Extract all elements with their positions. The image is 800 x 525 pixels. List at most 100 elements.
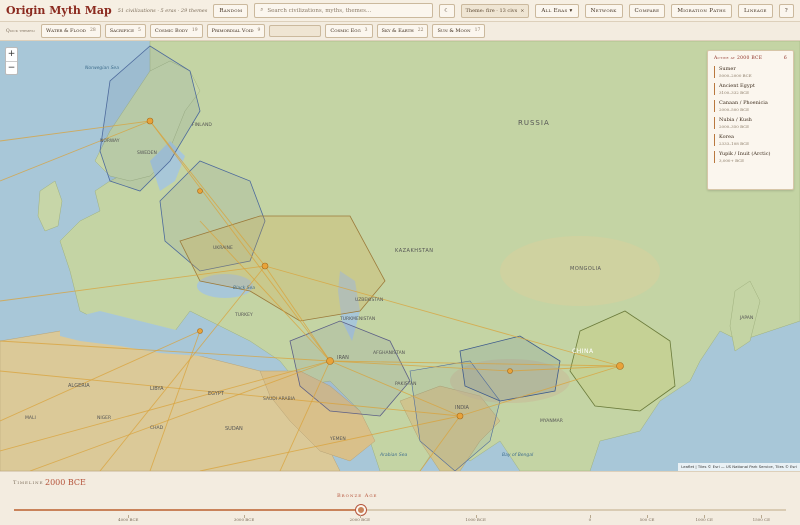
timeline-tick-label: 4000 BCE [118, 517, 139, 522]
zoom-in-button[interactable]: + [6, 48, 17, 61]
map-label-saudi: SAUDI ARABIA [263, 397, 296, 402]
active-civ-item[interactable]: Sumer 5000–2000 BCE [714, 66, 787, 78]
map-label-india: INDIA [455, 405, 469, 411]
map-label-pakistan: PAKISTAN [395, 382, 417, 387]
filter-chip-label: Theme: fire · 13 civs [465, 7, 518, 14]
map-label-ukraine: UKRAINE [213, 246, 233, 251]
map-label-russia: RUSSIA [518, 119, 550, 127]
timeline-tick-label: 3000 BCE [233, 517, 255, 522]
theme-primordial-void[interactable]: Primordial Void 9 [206, 24, 266, 38]
map-label-algeria: ALGERIA [68, 383, 90, 389]
timeline-slider-handle[interactable] [356, 505, 367, 515]
theme-cosmic-body[interactable]: Cosmic Body 19 [149, 24, 203, 38]
quick-themes-label: Quick themes: [6, 28, 36, 34]
theme-count: 5 [138, 28, 141, 33]
map-label-egypt: EGYPT [208, 391, 224, 397]
civ-node-finnic[interactable] [197, 188, 203, 194]
map-label-uzbekistan: UZBEKISTAN [355, 298, 384, 303]
map-label-arabian-sea: Arabian Sea [380, 453, 408, 458]
active-civ-item[interactable]: Nubia / Kush 2000–350 BCE [714, 117, 787, 129]
panel-title: Active at 2000 BCE [714, 56, 763, 61]
map-label-chad: CHAD [150, 426, 164, 431]
theme-sky-earth[interactable]: Sky & Earth 22 [376, 24, 429, 38]
civ-node-indus[interactable] [456, 412, 464, 420]
active-civ-item[interactable]: Ancient Egypt 3100–332 BCE [714, 83, 787, 95]
timeline-tick-label: 1000 BCE [465, 517, 486, 522]
map-label-yemen: YEMEN [330, 437, 346, 442]
help-button[interactable]: ? [778, 3, 794, 18]
timeline-current-value: 2000 BCE [45, 478, 86, 487]
map-label-sweden: SWEDEN [137, 151, 157, 156]
theme-sun-moon[interactable]: Sun & Moon 17 [432, 24, 486, 38]
theme-label: Water & Flood [46, 28, 86, 34]
active-filter-chip[interactable]: Theme: fire · 13 civs × [460, 3, 530, 18]
civ-node-mesopotamia[interactable] [326, 357, 334, 365]
theme-count: 28 [89, 28, 96, 33]
map-label-afghanistan: AFGHANISTAN [373, 351, 406, 356]
map-label-bay-bengal: Bay of Bengal [502, 453, 534, 458]
theme-label: Sacrifice [109, 28, 134, 34]
map-label-turkey: TURKEY [235, 313, 253, 318]
active-civ-item[interactable]: Korea 2333–108 BCE [714, 134, 787, 146]
map-label-china: CHINA [572, 348, 594, 355]
civ-name: Canaan / Phoenicia [719, 100, 768, 106]
close-icon[interactable]: × [520, 8, 524, 14]
timeline-fill [14, 509, 362, 511]
theme-toggle-button[interactable]: ☾ [439, 3, 455, 18]
map-label-kazakhstan: KAZAKHSTAN [395, 248, 434, 254]
map-label-turkmenistan: TURKMENISTAN [340, 317, 376, 322]
timeline-tick-label: 500 CE [639, 517, 655, 522]
theme-label: Primordial Void [211, 28, 254, 34]
migration-paths-button[interactable]: Migration Paths [671, 3, 732, 18]
civ-name: Nubia / Kush [719, 117, 752, 123]
theme-label: Cosmic Egg [330, 28, 361, 34]
civ-node-greece[interactable] [197, 328, 203, 334]
civ-dates: 3100–332 BCE [719, 90, 750, 95]
search-placeholder: Search civilizations, myths, themes… [267, 7, 372, 14]
civ-node-tibet[interactable] [507, 368, 513, 374]
civ-dates: 5000–2000 BCE [719, 73, 752, 78]
map-label-norway: NORWAY [100, 139, 120, 144]
panel-header: Active at 2000 BCE 6 [714, 56, 787, 61]
map-label-niger: NIGER [97, 416, 112, 421]
active-civ-item[interactable]: Canaan / Phoenicia 2000–500 BCE [714, 100, 787, 112]
theme-count: 9 [257, 28, 261, 33]
civ-node-china[interactable] [616, 362, 624, 370]
civ-dates: 3,000+ BCE [719, 158, 745, 163]
eras-dropdown[interactable]: All Eras ▾ [535, 3, 579, 18]
panel-count: 6 [783, 56, 787, 61]
map-attribution[interactable]: Leaflet | Tiles © Esri — US National Par… [678, 463, 800, 471]
timeline-tick-label: 2000 BCE [349, 517, 371, 522]
theme-sacrifice[interactable]: Sacrifice 5 [104, 24, 146, 38]
search-input[interactable]: ⌕ Search civilizations, myths, themes… [254, 3, 434, 18]
lineage-button[interactable]: Lineage [737, 3, 773, 18]
civ-node-norse[interactable] [146, 117, 154, 125]
civ-name: Sumer [719, 66, 736, 72]
civ-name: Ancient Egypt [719, 83, 755, 89]
compare-button[interactable]: Compare [628, 3, 666, 18]
civ-dates: 2000–500 BCE [719, 107, 750, 112]
moon-icon: ☾ [444, 7, 450, 14]
theme-count: 3 [364, 28, 368, 33]
active-civilizations-panel: Active at 2000 BCE 6 Sumer 5000–2000 BCE … [707, 50, 794, 190]
app-subtitle: 51 civilizations · 5 eras · 29 themes [117, 7, 208, 14]
map-canvas[interactable]: RUSSIA KAZAKHSTAN MONGOLIA CHINA INDIA I… [0, 41, 800, 471]
theme-selected-slot[interactable] [269, 25, 322, 37]
timeline-era-label: Bronze Age [337, 493, 378, 499]
map-label-norwegian-sea: Norwegian Sea [85, 66, 119, 71]
timeline-tick-label: 1000 CE [695, 517, 713, 522]
civ-name: Yupik / Inuit (Arctic) [719, 151, 771, 157]
zoom-out-button[interactable]: − [6, 61, 17, 74]
active-civ-item[interactable]: Yupik / Inuit (Arctic) 3,000+ BCE [714, 151, 787, 163]
civ-name: Korea [719, 134, 734, 140]
map-label-iran: IRAN [337, 355, 349, 361]
theme-water-flood[interactable]: Water & Flood 28 [41, 24, 101, 38]
timeline-tick-label: 0 [588, 517, 592, 522]
network-button[interactable]: Network [584, 3, 623, 18]
random-button[interactable]: Random [213, 3, 249, 18]
theme-cosmic-egg[interactable]: Cosmic Egg 3 [325, 24, 373, 38]
theme-count: 19 [191, 28, 198, 33]
civ-node-scythia[interactable] [261, 262, 269, 270]
civ-dates: 2000–350 BCE [719, 124, 750, 129]
timeline-tick-label: 1500 CE [752, 517, 770, 522]
